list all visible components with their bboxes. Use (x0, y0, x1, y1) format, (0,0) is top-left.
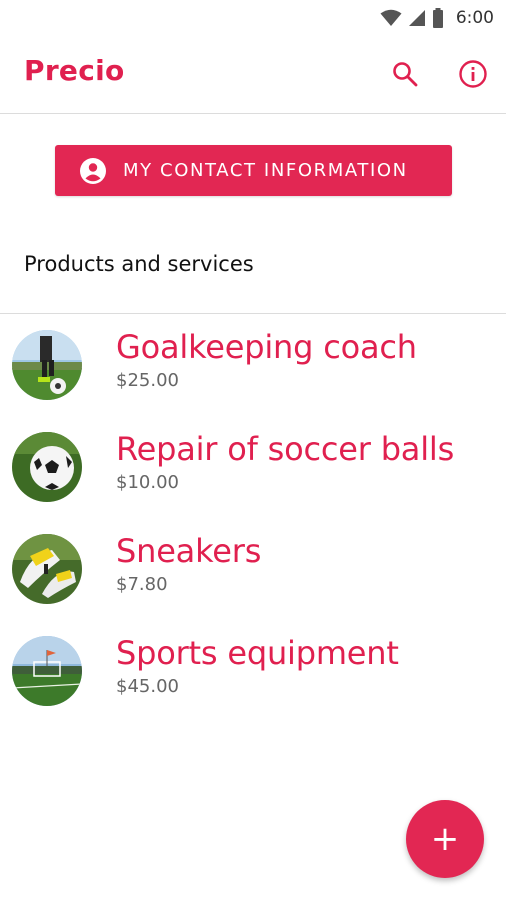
my-contact-information-button[interactable]: MY CONTACT INFORMATION (55, 145, 452, 196)
add-icon: + (430, 819, 460, 859)
status-time: 6:00 (455, 8, 494, 28)
goalkeeper-on-field-photo (12, 330, 82, 400)
soccer-ball-on-grass-photo (12, 432, 82, 502)
soccer-cleats-photo (12, 534, 82, 604)
product-price: $7.80 (116, 574, 168, 595)
product-item[interactable]: Sneakers $7.80 (0, 528, 506, 630)
product-name: Sneakers (116, 532, 262, 570)
product-name: Sports equipment (116, 634, 399, 672)
add-product-fab[interactable]: + (406, 800, 484, 878)
product-name: Repair of soccer balls (116, 430, 455, 468)
product-name: Goalkeeping coach (116, 328, 417, 366)
product-item[interactable]: Sports equipment $45.00 (0, 630, 506, 732)
contact-button-label: MY CONTACT INFORMATION (123, 160, 408, 181)
product-item[interactable]: Repair of soccer balls $10.00 (0, 426, 506, 528)
product-list: Goalkeeping coach $25.00 Repair of socce… (0, 324, 506, 732)
section-divider (0, 313, 506, 314)
soccer-field-goal-photo (12, 636, 82, 706)
search-button[interactable] (387, 56, 423, 92)
account-circle-icon (80, 157, 106, 184)
app-title: Precio (24, 54, 125, 87)
wifi-icon (380, 9, 402, 26)
status-bar: 6:00 (0, 0, 506, 36)
section-title: Products and services (24, 252, 254, 276)
info-icon (459, 60, 487, 88)
cellular-signal-icon (408, 10, 425, 26)
app-bar: Precio (0, 36, 506, 114)
search-icon (393, 62, 418, 87)
info-button[interactable] (455, 56, 491, 92)
battery-icon (432, 8, 443, 28)
product-price: $10.00 (116, 472, 179, 493)
product-price: $45.00 (116, 676, 179, 697)
product-price: $25.00 (116, 370, 179, 391)
product-item[interactable]: Goalkeeping coach $25.00 (0, 324, 506, 426)
